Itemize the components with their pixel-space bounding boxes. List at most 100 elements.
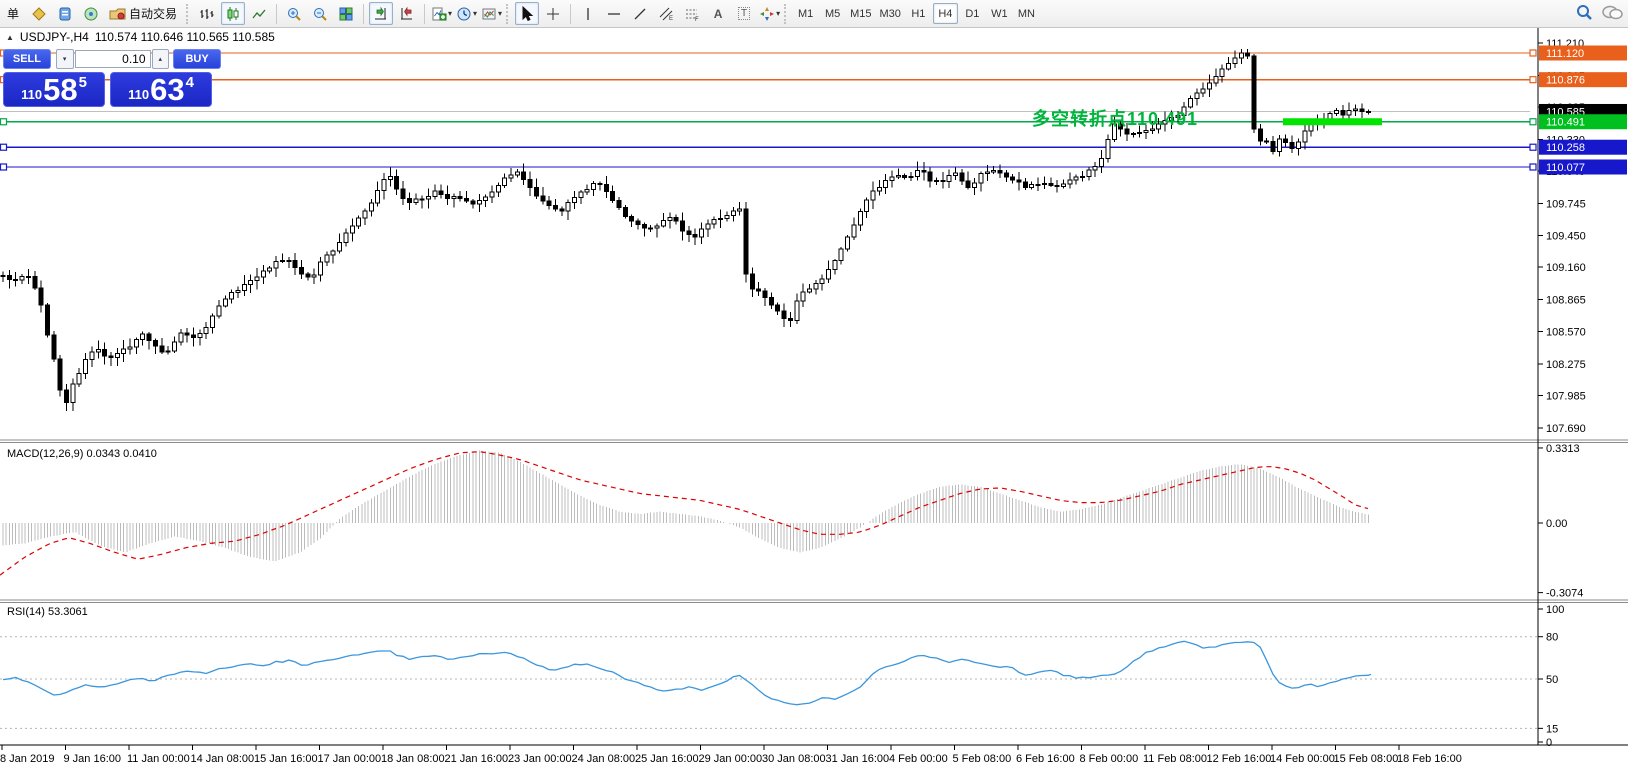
timeframe-button-H4[interactable]: H4	[933, 3, 958, 24]
chart-shift-icon	[399, 6, 415, 22]
buy-price-pip: 4	[186, 74, 194, 91]
svg-text:110.491: 110.491	[1546, 117, 1585, 129]
new-order-button[interactable]: 单	[1, 2, 25, 25]
macd-indicator-label: MACD(12,26,9) 0.0343 0.0410	[7, 448, 157, 460]
chart-canvas[interactable]: 111.210110.915110.625110.330110.040109.7…	[0, 0, 1628, 776]
svg-text:110.258: 110.258	[1546, 142, 1585, 154]
tile-windows-icon	[338, 6, 354, 22]
svg-text:107.985: 107.985	[1546, 391, 1586, 403]
svg-text:24 Jan 08:00: 24 Jan 08:00	[572, 753, 636, 765]
volume-input[interactable]	[75, 50, 151, 68]
chart-shift-button[interactable]	[395, 2, 419, 25]
buy-button[interactable]: BUY	[173, 49, 221, 69]
svg-text:6 Feb 16:00: 6 Feb 16:00	[1016, 753, 1075, 765]
cursor-tool-button[interactable]	[515, 2, 539, 25]
vertical-line-icon	[580, 6, 596, 22]
candlestick-chart-button[interactable]	[221, 2, 245, 25]
text-label-tool-button[interactable]: T	[732, 2, 756, 25]
volume-decrease-button[interactable]: ▾	[56, 49, 74, 69]
collapse-panel-icon[interactable]: ▲	[6, 33, 14, 42]
timeframe-button-H1[interactable]: H1	[906, 3, 931, 24]
svg-text:31 Jan 16:00: 31 Jan 16:00	[826, 753, 890, 765]
signal-button[interactable]	[79, 2, 103, 25]
svg-text:0: 0	[1546, 737, 1552, 749]
timeframe-button-M15[interactable]: M15	[847, 3, 874, 24]
text-tool-button[interactable]: A	[706, 2, 730, 25]
svg-text:8 Feb 00:00: 8 Feb 00:00	[1080, 753, 1139, 765]
svg-text:30 Jan 08:00: 30 Jan 08:00	[762, 753, 826, 765]
bar-chart-button[interactable]	[195, 2, 219, 25]
cursor-icon	[519, 6, 535, 22]
template-icon	[481, 6, 497, 22]
auto-scroll-button[interactable]	[369, 2, 393, 25]
fibonacci-icon: F	[684, 6, 700, 22]
timeframe-button-W1[interactable]: W1	[987, 3, 1012, 24]
svg-text:108.275: 108.275	[1546, 359, 1586, 371]
toolbar-grip	[784, 4, 790, 24]
sell-price-box[interactable]: 110 58 5	[3, 72, 105, 107]
line-chart-button[interactable]	[247, 2, 271, 25]
buy-price-base: 110	[128, 87, 149, 102]
timeframe-button-M30[interactable]: M30	[876, 3, 903, 24]
new-order-label: 单	[7, 5, 19, 22]
crosshair-icon	[545, 6, 561, 22]
crosshair-tool-button[interactable]	[541, 2, 565, 25]
indicators-button[interactable]: ▾	[430, 2, 453, 25]
svg-text:14 Jan 08:00: 14 Jan 08:00	[191, 753, 255, 765]
auto-scroll-icon	[373, 6, 389, 22]
chat-icon[interactable]	[1600, 2, 1624, 29]
market-watch-button[interactable]	[53, 2, 77, 25]
toolbar-separator	[570, 4, 571, 24]
periods-button[interactable]: ▾	[455, 2, 478, 25]
timeframe-toolbar: M1M5M15M30H1H4D1W1MN	[792, 3, 1040, 24]
templates-button[interactable]: ▾	[480, 2, 503, 25]
svg-text:4 Feb 00:00: 4 Feb 00:00	[889, 753, 948, 765]
sell-price-main: 58	[43, 75, 77, 105]
line-chart-icon	[251, 6, 267, 22]
zoom-out-button[interactable]	[308, 2, 332, 25]
fibonacci-tool-button[interactable]: F	[680, 2, 704, 25]
timeframe-button-D1[interactable]: D1	[960, 3, 985, 24]
svg-text:29 Jan 00:00: 29 Jan 00:00	[699, 753, 763, 765]
chart-ohlc-title: ▲ USDJPY-,H4 110.574 110.646 110.565 110…	[6, 30, 275, 44]
timeframe-button-M5[interactable]: M5	[820, 3, 845, 24]
autotrade-label: 自动交易	[129, 5, 177, 22]
svg-text:50: 50	[1546, 674, 1558, 686]
toolbar-separator	[276, 4, 277, 24]
chevron-down-icon: ▾	[473, 9, 477, 18]
horizontal-line-icon	[606, 6, 622, 22]
toolbar-separator	[363, 4, 364, 24]
channel-tool-button[interactable]: E	[654, 2, 678, 25]
clock-icon	[456, 6, 472, 22]
svg-text:15: 15	[1546, 723, 1558, 735]
arrows-icon	[759, 6, 775, 22]
profile-button[interactable]	[27, 2, 51, 25]
text-label-icon: T	[738, 7, 750, 20]
autotrade-icon	[109, 6, 127, 22]
svg-text:111.120: 111.120	[1546, 48, 1584, 60]
svg-text:11 Feb 08:00: 11 Feb 08:00	[1143, 753, 1207, 765]
trendline-tool-button[interactable]	[628, 2, 652, 25]
main-toolbar: 单 自动交易 ▾ ▾ ▾ E F A T ▾ M1M	[0, 0, 1628, 28]
trendline-icon	[632, 6, 648, 22]
buy-price-box[interactable]: 110 63 4	[110, 72, 212, 107]
svg-text:110.876: 110.876	[1546, 75, 1585, 87]
timeframe-button-MN[interactable]: MN	[1014, 3, 1039, 24]
vertical-line-tool-button[interactable]	[576, 2, 600, 25]
sell-button[interactable]: SELL	[3, 49, 51, 69]
autotrade-button[interactable]: 自动交易	[105, 2, 183, 25]
volume-increase-button[interactable]: ▴	[152, 49, 170, 69]
svg-text:15 Feb 08:00: 15 Feb 08:00	[1334, 753, 1399, 765]
horizontal-line-tool-button[interactable]	[602, 2, 626, 25]
svg-text:F: F	[695, 17, 699, 22]
arrows-tool-button[interactable]: ▾	[758, 2, 781, 25]
zoom-out-icon	[312, 6, 328, 22]
timeframe-button-M1[interactable]: M1	[793, 3, 818, 24]
search-icon[interactable]	[1574, 2, 1594, 29]
clipboard-icon	[57, 6, 73, 22]
tile-windows-button[interactable]	[334, 2, 358, 25]
toolbar-grip	[186, 4, 192, 24]
svg-text:8 Jan 2019: 8 Jan 2019	[0, 753, 54, 765]
zoom-in-button[interactable]	[282, 2, 306, 25]
chevron-down-icon: ▾	[448, 9, 452, 18]
